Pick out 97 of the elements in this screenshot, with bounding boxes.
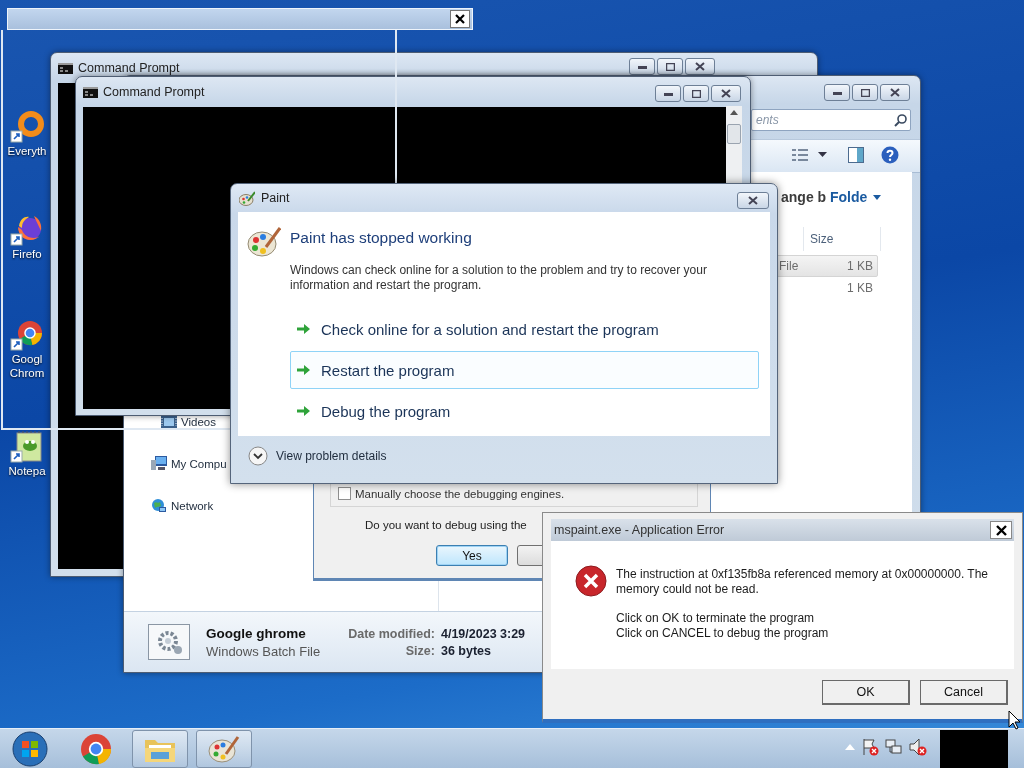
instruction-text: Click on OK to terminate the program [616, 611, 816, 626]
command-link[interactable]: Debug the program [290, 392, 759, 430]
maximize-icon [691, 89, 701, 98]
close-button[interactable] [711, 85, 741, 102]
minimize-button[interactable] [655, 85, 681, 102]
dialog-message: Windows can check online for a solution to the problem and try to recover your information and restart the program. [290, 263, 708, 293]
dialog-button[interactable]: Cancel [920, 680, 1008, 705]
muted-speaker-icon[interactable] [909, 738, 927, 756]
maximize-button[interactable] [852, 84, 878, 101]
property-label: Date modified: [348, 626, 435, 641]
close-icon [890, 88, 900, 97]
error-message: The instruction at 0xf135fb8a referenced memory at 0x00000000. The memory could not be read. [616, 567, 988, 597]
close-button[interactable] [450, 10, 470, 28]
window-title: Paint [261, 191, 290, 205]
arrow-icon [297, 405, 311, 417]
console-icon [83, 86, 98, 98]
debug-question: Do you want to debug using the [365, 519, 527, 531]
arrow-icon [297, 364, 311, 376]
mouse-pointer-icon [1008, 710, 1021, 730]
arrow-icon [297, 323, 311, 335]
caret-down-icon[interactable] [818, 152, 827, 157]
minimize-icon [832, 90, 842, 95]
maximize-icon [665, 62, 675, 71]
close-button[interactable] [990, 521, 1012, 539]
maximize-button[interactable] [657, 58, 683, 75]
maximize-icon [860, 88, 870, 97]
desktop-icon-label[interactable]: Everyth [7, 144, 47, 158]
minimize-icon [663, 91, 673, 96]
close-button[interactable] [737, 192, 769, 209]
desktop-icon-label[interactable]: Chrom [9, 366, 45, 380]
help-icon[interactable] [881, 146, 899, 164]
preview-pane-icon[interactable] [848, 147, 864, 163]
file-name: Google ghrome [206, 625, 307, 641]
dialog-button[interactable]: OK [822, 680, 910, 705]
close-icon [748, 196, 758, 205]
error-icon [575, 565, 607, 597]
close-icon [721, 89, 731, 98]
instruction-text: Click on CANCEL to debug the program [616, 626, 830, 641]
desktop-icon-label[interactable]: Notepa [8, 464, 46, 478]
command-link[interactable]: Restart the program [290, 351, 759, 389]
network-globe-icon [151, 498, 167, 514]
navigation-item[interactable]: Network [171, 500, 214, 512]
close-button[interactable] [685, 58, 715, 75]
arrange-by-label: ange b [781, 189, 827, 205]
clock-area [940, 730, 1008, 768]
palette-icon [239, 190, 255, 206]
search-field[interactable]: ents [751, 109, 911, 131]
close-icon [995, 524, 1007, 536]
notepad-shortcut-icon[interactable] [10, 430, 44, 464]
flag-alert-icon[interactable] [861, 738, 879, 756]
window-title: Command Prompt [103, 85, 205, 99]
file-row[interactable]: 1 KB [774, 277, 878, 299]
taskbar-button[interactable] [132, 729, 188, 768]
minimize-button[interactable] [824, 84, 850, 101]
network-icon[interactable] [885, 738, 903, 756]
ring-shortcut-icon[interactable] [10, 110, 44, 144]
search-icon [894, 114, 907, 127]
dialog-button[interactable]: Yes [436, 545, 508, 566]
wheel-logo-icon [80, 732, 112, 765]
minimize-button[interactable] [629, 58, 655, 75]
start-orb-icon [12, 730, 48, 767]
scroll-up-icon[interactable] [730, 110, 738, 115]
palette-brush-icon [247, 226, 281, 258]
file-type: Windows Batch File [206, 643, 321, 659]
desktop-icon-label[interactable]: Googl [11, 352, 43, 366]
arrange-by-dropdown[interactable]: Folde [830, 189, 882, 205]
minimize-icon [637, 64, 647, 69]
navigation-item[interactable]: My Compu [171, 457, 227, 470]
close-button[interactable] [880, 84, 910, 101]
wheel-logo-shortcut-icon[interactable] [10, 318, 44, 352]
scroll-thumb[interactable] [727, 124, 741, 144]
computer-icon [151, 456, 167, 471]
view-list-icon[interactable] [792, 149, 808, 162]
checkbox-label[interactable]: Manually choose the debugging engines. [355, 488, 565, 500]
dialog-heading: Paint has stopped working [290, 229, 473, 247]
film-strip-icon [161, 415, 177, 429]
window-title: mspaint.exe - Application Error [554, 523, 725, 537]
start-button[interactable] [10, 729, 50, 768]
fox-globe-shortcut-icon[interactable] [10, 213, 44, 247]
close-icon [455, 14, 465, 24]
details-toggle[interactable]: View problem details [248, 446, 387, 466]
chevron-down-icon [248, 446, 268, 466]
checkbox[interactable] [338, 487, 351, 500]
taskbar-button[interactable] [196, 729, 252, 768]
property-label: Size: [404, 643, 435, 658]
caret-down-icon [873, 194, 882, 200]
command-link[interactable]: Check online for a solution and restart the program [290, 310, 759, 348]
property-value: 36 bytes [440, 643, 492, 658]
gear-file-icon [148, 624, 190, 660]
navigation-item[interactable]: Videos [181, 416, 216, 428]
console-icon [58, 62, 73, 74]
property-value: 4/19/2023 3:29 [440, 626, 526, 641]
maximize-button[interactable] [683, 85, 709, 102]
close-icon [695, 62, 705, 71]
column-header[interactable]: Size [803, 227, 881, 251]
window-title: Command Prompt [78, 61, 180, 75]
desktop-icon-label[interactable]: Firefo [12, 247, 42, 261]
